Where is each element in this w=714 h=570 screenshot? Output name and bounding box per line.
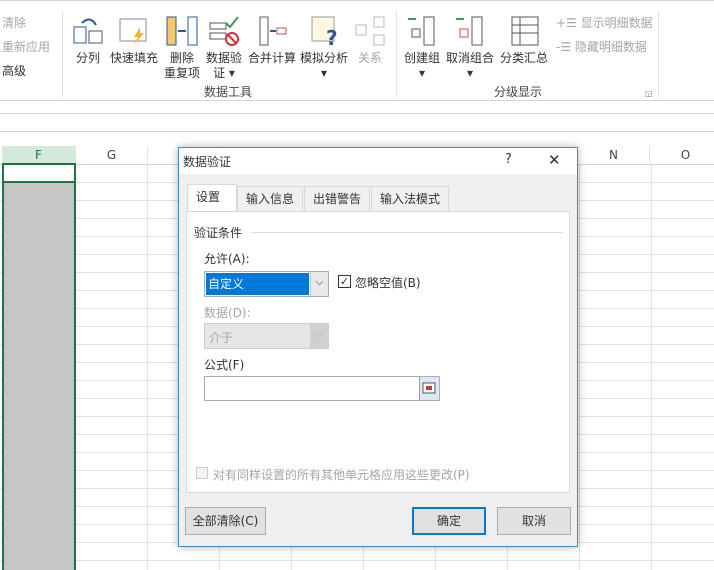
- tab-input-message[interactable]: 输入信息: [237, 186, 304, 211]
- data-validation-icon: [209, 16, 239, 46]
- formula-bar-area: [0, 101, 714, 146]
- text-to-columns-button[interactable]: 分列: [70, 15, 106, 66]
- selected-column[interactable]: [2, 165, 76, 570]
- ungroup-icon: [456, 16, 483, 46]
- chevron-down-icon[interactable]: ⌵: [310, 272, 328, 296]
- remove-duplicates-button[interactable]: 删除 重复项: [162, 15, 202, 81]
- tab-settings[interactable]: 设置: [187, 184, 237, 212]
- reapply-button[interactable]: 重新应用: [2, 38, 50, 55]
- consolidate-icon: [259, 16, 287, 46]
- relationships-button[interactable]: 关系: [352, 15, 388, 66]
- outline-group-label: 分级显示: [494, 85, 543, 99]
- data-select[interactable]: 介于 ⌵: [204, 323, 329, 349]
- tab-ime-mode[interactable]: 输入法模式: [371, 186, 450, 211]
- data-validation-button[interactable]: 数据验证 ▾: [204, 15, 244, 81]
- range-select-icon[interactable]: [419, 377, 439, 400]
- remove-duplicates-icon: [166, 16, 198, 46]
- ok-button[interactable]: 确定: [412, 507, 486, 535]
- dialog-launcher-icon[interactable]: ◲: [645, 89, 653, 98]
- formula-label: 公式(F): [204, 358, 245, 372]
- clear-button[interactable]: 清除: [2, 14, 26, 31]
- hide-detail-button[interactable]: -☰ 隐藏明细数据: [556, 38, 647, 55]
- flash-fill-icon: [119, 18, 147, 45]
- ungroup-button[interactable]: 取消组合 ▾: [444, 15, 496, 81]
- advanced-button[interactable]: 高级: [2, 62, 26, 79]
- text-to-columns-icon: [73, 18, 103, 44]
- chevron-down-icon: ⌵: [310, 324, 328, 348]
- clear-all-button[interactable]: 全部清除(C): [185, 507, 266, 535]
- active-cell[interactable]: [2, 163, 76, 183]
- apply-all-checkbox[interactable]: [196, 467, 208, 479]
- subtotal-button[interactable]: 分类汇总: [498, 15, 550, 66]
- flash-fill-button[interactable]: 快速填充: [108, 15, 160, 66]
- subtotal-icon: [511, 16, 539, 46]
- relationships-icon: [355, 16, 385, 46]
- section-title: 验证条件: [194, 226, 243, 240]
- divider: [251, 232, 563, 233]
- group-button[interactable]: 创建组 ▾: [402, 15, 442, 81]
- column-header-n[interactable]: N: [578, 146, 650, 165]
- close-icon[interactable]: ✕: [548, 151, 561, 169]
- what-if-analysis-button[interactable]: ? 模拟分析 ▾: [298, 15, 350, 81]
- settings-panel: 验证条件 允许(A): 自定义 ⌵ ✓ 忽略空值(B) 数据(D): 介于 ⌵ …: [186, 211, 570, 493]
- formula-input[interactable]: [204, 376, 440, 401]
- ribbon: 清除 重新应用 高级 分列 快速填充 删除 重复项 数据验证 ▾ 合并计算 ? 模…: [0, 0, 714, 101]
- ignore-blank-checkbox[interactable]: ✓: [338, 275, 351, 288]
- group-icon: [408, 16, 435, 46]
- allow-label: 允许(A):: [204, 252, 250, 266]
- data-label: 数据(D):: [204, 306, 251, 320]
- apply-all-label: 对有同样设置的所有其他单元格应用这些更改(P): [213, 468, 470, 482]
- help-button[interactable]: ?: [505, 152, 512, 167]
- column-header-o[interactable]: O: [650, 146, 714, 165]
- what-if-icon: ?: [311, 16, 338, 47]
- consolidate-button[interactable]: 合并计算: [246, 15, 298, 66]
- allow-select[interactable]: 自定义 ⌵: [204, 271, 329, 297]
- column-header-g[interactable]: G: [76, 146, 148, 165]
- dialog-title-bar: 数据验证 ? ✕: [179, 148, 577, 174]
- ignore-blank-label: 忽略空值(B): [355, 276, 421, 290]
- data-tools-group-label: 数据工具: [204, 85, 253, 99]
- dialog-title: 数据验证: [183, 155, 232, 169]
- tab-error-alert[interactable]: 出错警告: [304, 186, 371, 211]
- data-validation-dialog: 数据验证 ? ✕ 设置 输入信息 出错警告 输入法模式 验证条件 允许(A): …: [178, 147, 578, 547]
- svg-text:?: ?: [326, 26, 338, 47]
- show-detail-button[interactable]: +☰ 显示明细数据: [556, 14, 653, 31]
- cancel-button[interactable]: 取消: [497, 507, 571, 535]
